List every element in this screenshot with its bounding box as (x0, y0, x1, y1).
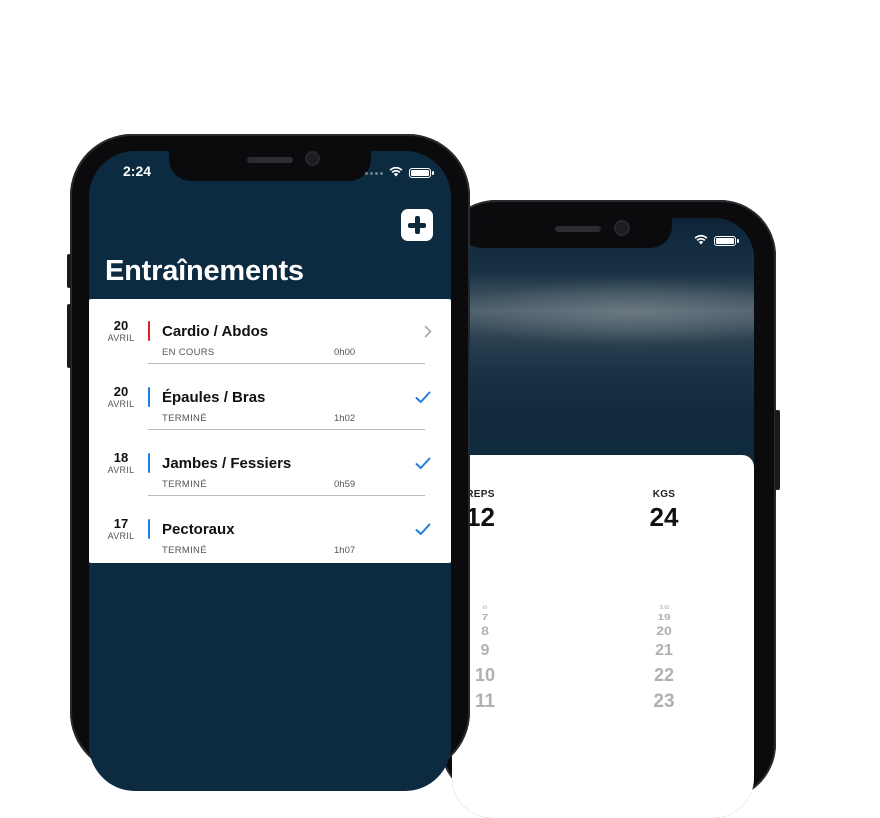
workout-name: Jambes / Fessiers (162, 455, 292, 472)
page-title: Entraînements (105, 255, 304, 287)
kgs-column: KGS 24 (632, 489, 696, 533)
reps-label: REPS (466, 489, 495, 500)
reps-column: REPS 12 (466, 489, 495, 533)
wheel-item[interactable]: 11 (470, 692, 500, 711)
row-divider (148, 495, 425, 496)
checkmark-icon (415, 457, 431, 475)
status-indicator-bar (148, 453, 150, 473)
row-divider (148, 429, 425, 430)
reps-value: 12 (466, 502, 495, 532)
blurred-header (452, 218, 754, 463)
workout-month: AVRIL (107, 531, 135, 541)
wheel-item[interactable]: 23 (636, 692, 692, 711)
wheel-item[interactable]: 8 (470, 625, 500, 637)
workout-row[interactable]: 18 AVRIL Jambes / Fessiers TERMINÉ 0h59 (89, 431, 451, 497)
workout-status: TERMINÉ (162, 413, 207, 424)
workout-row[interactable]: 20 AVRIL Cardio / Abdos EN COURS 0h00 (89, 299, 451, 365)
secondary-phone-mockup: REPS 12 KGS 24 6 7 8 9 10 11 18 19 20 21… (440, 200, 780, 818)
kgs-value: 24 (649, 502, 679, 532)
workout-status: TERMINÉ (162, 479, 207, 490)
status-indicator-bar (148, 387, 150, 407)
workout-status: EN COURS (162, 347, 215, 358)
wheel-item[interactable]: 19 (636, 613, 692, 621)
front-camera (616, 222, 628, 234)
row-divider (148, 363, 425, 364)
side-button (67, 304, 71, 368)
workout-month: AVRIL (107, 465, 135, 475)
status-icons (694, 232, 739, 250)
plus-icon-stroke (414, 216, 420, 234)
set-picker-card: REPS 12 KGS 24 6 7 8 9 10 11 18 19 20 21… (452, 455, 754, 818)
wheel-item[interactable]: 22 (636, 666, 692, 684)
workout-date: 20 AVRIL (101, 319, 141, 344)
workout-name: Épaules / Bras (162, 389, 266, 406)
wifi-icon (389, 164, 403, 182)
workout-day: 18 (113, 450, 129, 465)
status-indicator-bar (148, 519, 150, 539)
workout-duration: 1h02 (334, 413, 356, 424)
workout-row[interactable]: 20 AVRIL Épaules / Bras TERMINÉ 1h02 (89, 365, 451, 431)
workout-name: Pectoraux (162, 521, 235, 538)
wheel-item[interactable]: 10 (470, 666, 500, 684)
workout-date: 18 AVRIL (101, 451, 141, 476)
workout-list: 20 AVRIL Cardio / Abdos EN COURS 0h00 20… (89, 299, 451, 563)
wheel-item[interactable]: 20 (636, 625, 692, 637)
secondary-phone-screen: REPS 12 KGS 24 6 7 8 9 10 11 18 19 20 21… (452, 218, 754, 818)
status-indicator-bar (148, 321, 150, 341)
wheel-item[interactable]: 7 (470, 613, 500, 621)
workout-day: 20 (113, 384, 129, 399)
front-camera (307, 153, 318, 164)
chevron-right-icon[interactable] (424, 325, 432, 343)
checkmark-icon (415, 391, 431, 409)
side-button (67, 254, 71, 288)
status-icons (365, 164, 434, 182)
wheel-item[interactable]: 21 (636, 643, 692, 659)
workout-duration: 0h59 (334, 479, 356, 490)
workout-status: TERMINÉ (162, 545, 207, 556)
speaker (247, 157, 293, 163)
kgs-label: KGS (652, 489, 676, 500)
workout-day: 17 (113, 516, 129, 531)
checkmark-icon (415, 523, 431, 541)
battery-icon (409, 168, 434, 178)
workout-row[interactable]: 17 AVRIL Pectoraux TERMINÉ 1h07 (89, 497, 451, 563)
speaker (555, 226, 601, 232)
workout-duration: 0h00 (334, 347, 356, 358)
add-workout-button[interactable] (401, 209, 433, 241)
primary-phone-screen: 2:24 Entraînements 20 AVRIL Cardio / Abd… (89, 151, 451, 791)
workout-day: 20 (113, 318, 129, 333)
signal-icon (365, 171, 383, 175)
wheel-item[interactable]: 6 (470, 605, 500, 611)
kgs-wheel[interactable]: 18 19 20 21 22 23 (636, 603, 692, 711)
workout-duration: 1h07 (334, 545, 356, 556)
workout-month: AVRIL (107, 399, 135, 409)
wheel-item[interactable]: 9 (470, 643, 500, 659)
wifi-icon (694, 232, 708, 250)
notch (169, 151, 371, 181)
side-button (775, 410, 780, 490)
workout-month: AVRIL (107, 333, 135, 343)
notch (460, 218, 672, 248)
workout-name: Cardio / Abdos (162, 323, 269, 340)
reps-wheel[interactable]: 6 7 8 9 10 11 (470, 603, 500, 711)
primary-phone-mockup: 2:24 Entraînements 20 AVRIL Cardio / Abd… (67, 134, 470, 791)
workout-date: 20 AVRIL (101, 385, 141, 410)
status-time: 2:24 (123, 163, 152, 179)
wheel-item[interactable]: 18 (636, 605, 692, 611)
battery-icon (714, 236, 739, 246)
workout-date: 17 AVRIL (101, 517, 141, 542)
